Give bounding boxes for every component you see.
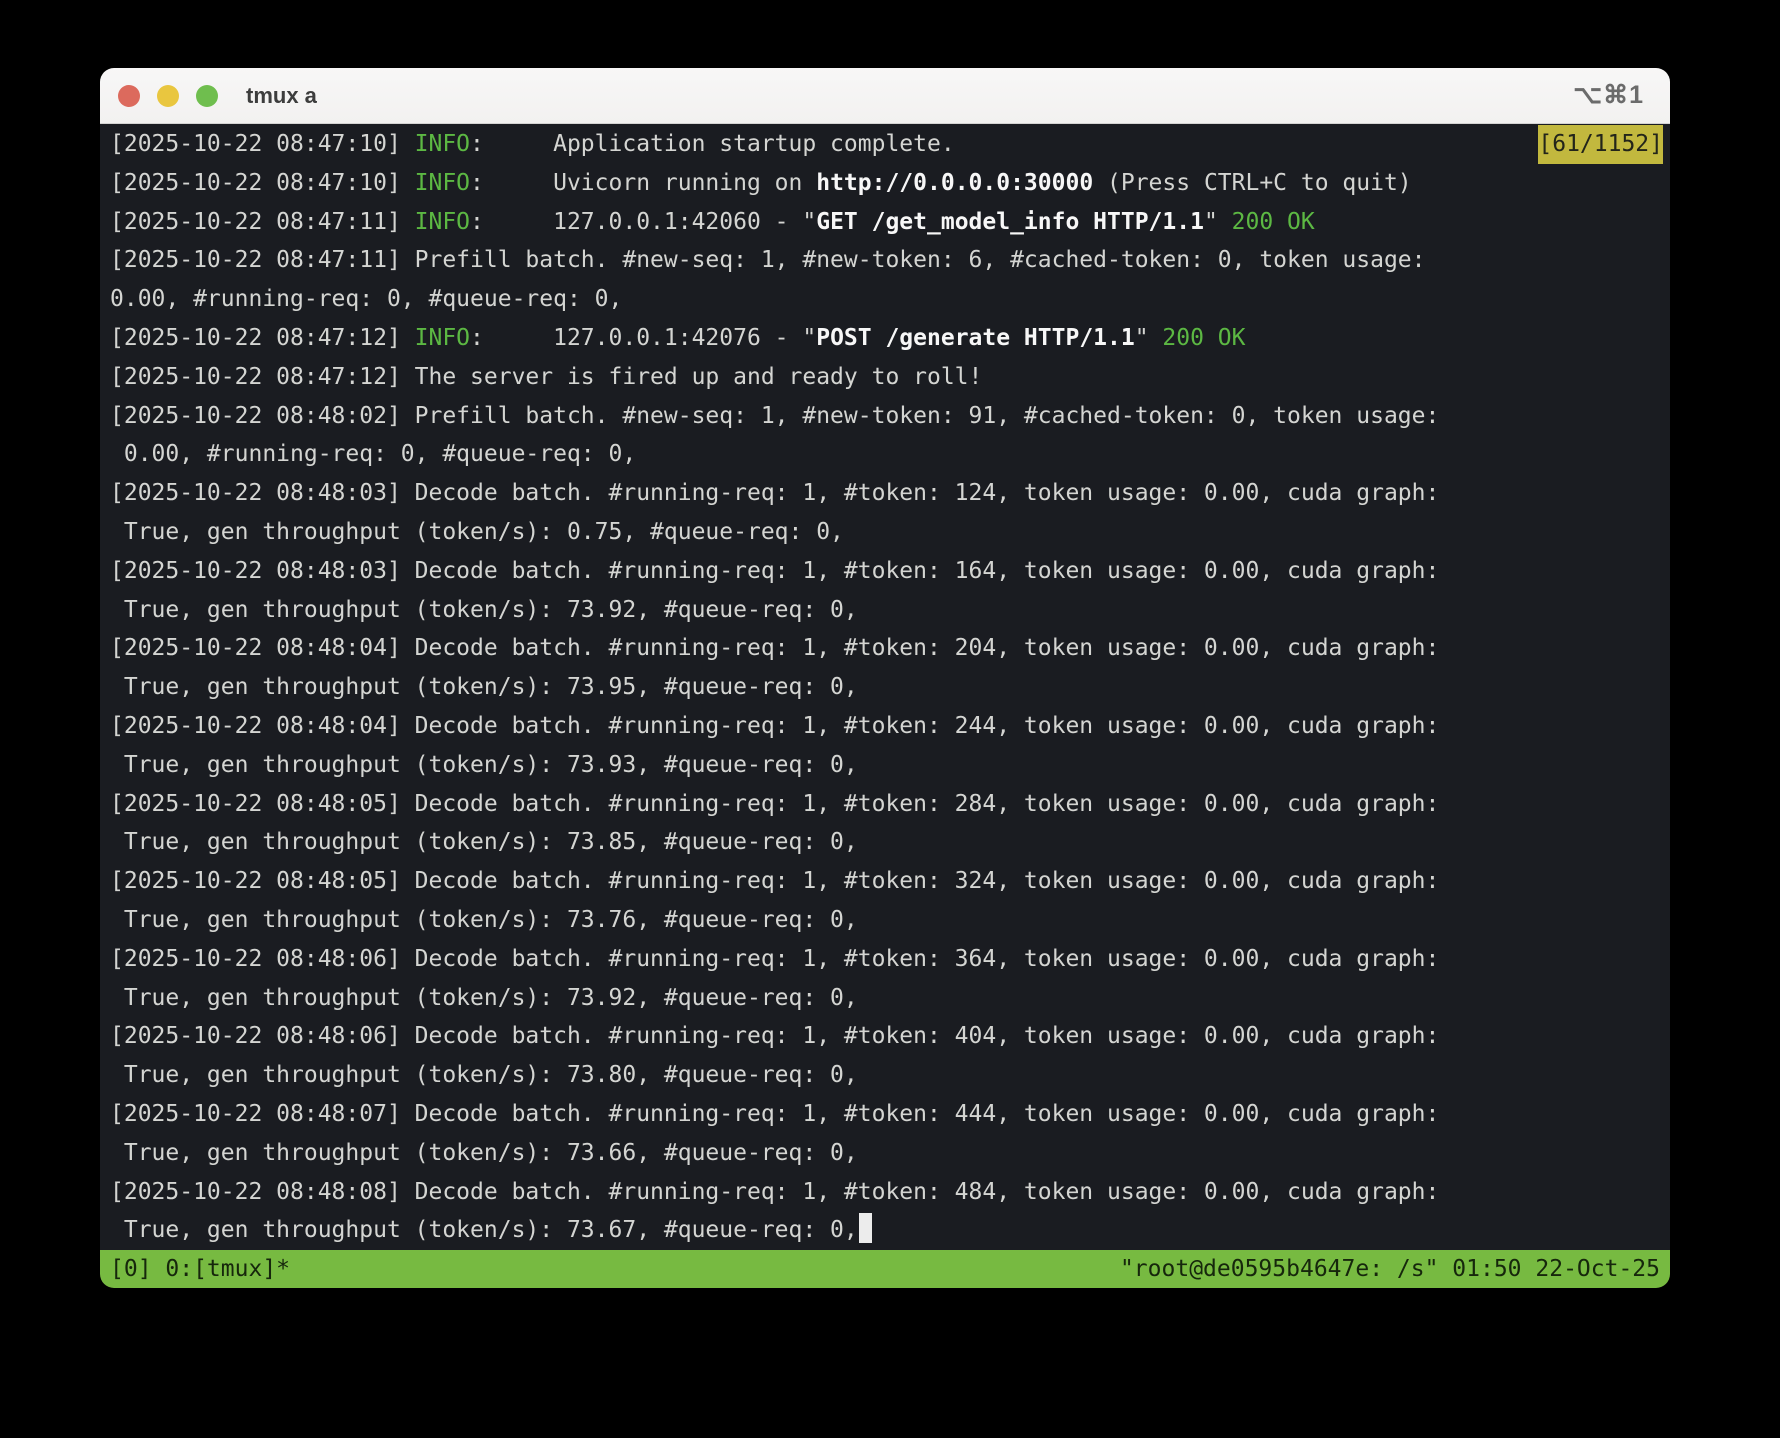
tmux-host-clock-label: "root@de0595b4647e: /s" 01:50 22-Oct-25 [1120, 1256, 1660, 1282]
log-line: [2025-10-22 08:48:08] Decode batch. #run… [110, 1173, 1663, 1212]
log-line: True, gen throughput (token/s): 73.80, #… [110, 1056, 1663, 1095]
log-line: [2025-10-22 08:47:10] INFO: Application … [110, 125, 1663, 164]
log-line-text: True, gen throughput (token/s): 73.85, #… [110, 829, 858, 855]
log-line: [2025-10-22 08:48:03] Decode batch. #run… [110, 474, 1663, 513]
log-line-text: True, gen throughput (token/s): 73.92, #… [110, 985, 858, 1011]
minimize-button[interactable] [157, 85, 179, 107]
log-line: True, gen throughput (token/s): 73.93, #… [110, 746, 1663, 785]
log-line: True, gen throughput (token/s): 0.75, #q… [110, 513, 1663, 552]
log-line: [2025-10-22 08:48:04] Decode batch. #run… [110, 707, 1663, 746]
log-line: [2025-10-22 08:47:11] Prefill batch. #ne… [110, 241, 1663, 280]
log-line-text: 0.00, #running-req: 0, #queue-req: 0, [110, 441, 636, 467]
log-line: [2025-10-22 08:48:07] Decode batch. #run… [110, 1095, 1663, 1134]
log-line-text: [2025-10-22 08:48:05] Decode batch. #run… [110, 868, 1439, 894]
log-line-text: [2025-10-22 08:48:03] Decode batch. #run… [110, 558, 1439, 584]
log-line: [2025-10-22 08:48:05] Decode batch. #run… [110, 862, 1663, 901]
log-line: [2025-10-22 08:48:02] Prefill batch. #ne… [110, 397, 1663, 436]
log-line: True, gen throughput (token/s): 73.85, #… [110, 823, 1663, 862]
log-line: True, gen throughput (token/s): 73.76, #… [110, 901, 1663, 940]
log-line: 0.00, #running-req: 0, #queue-req: 0, [110, 280, 1663, 319]
tmux-status-bar: [0] 0:[tmux]* "root@de0595b4647e: /s" 01… [100, 1250, 1670, 1288]
log-line: [2025-10-22 08:48:03] Decode batch. #run… [110, 552, 1663, 591]
log-line-text: True, gen throughput (token/s): 73.66, #… [110, 1140, 858, 1166]
log-line: [2025-10-22 08:48:06] Decode batch. #run… [110, 940, 1663, 979]
log-line: True, gen throughput (token/s): 73.66, #… [110, 1134, 1663, 1173]
terminal-window: tmux a ⌥⌘1 [2025-10-22 08:47:10] INFO: A… [100, 68, 1670, 1288]
log-line: True, gen throughput (token/s): 73.92, #… [110, 979, 1663, 1018]
keyboard-shortcut-indicator: ⌥⌘1 [1573, 80, 1644, 110]
log-line-text: True, gen throughput (token/s): 73.95, #… [110, 674, 858, 700]
log-line-text: True, gen throughput (token/s): 73.67, #… [110, 1217, 872, 1243]
log-line: [2025-10-22 08:48:06] Decode batch. #run… [110, 1017, 1663, 1056]
log-line: [2025-10-22 08:47:12] INFO: 127.0.0.1:42… [110, 319, 1663, 358]
log-line-text: True, gen throughput (token/s): 73.80, #… [110, 1062, 858, 1088]
log-line-text: [2025-10-22 08:48:05] Decode batch. #run… [110, 791, 1439, 817]
log-line-text: 0.00, #running-req: 0, #queue-req: 0, [110, 286, 622, 312]
log-line-text: [2025-10-22 08:48:06] Decode batch. #run… [110, 1023, 1439, 1049]
log-line: True, gen throughput (token/s): 73.95, #… [110, 668, 1663, 707]
close-button[interactable] [118, 85, 140, 107]
log-line-text: [2025-10-22 08:48:02] Prefill batch. #ne… [110, 403, 1439, 429]
log-line: [2025-10-22 08:47:12] The server is fire… [110, 358, 1663, 397]
log-line-text: True, gen throughput (token/s): 73.76, #… [110, 907, 858, 933]
log-line-text: [2025-10-22 08:47:10] INFO: Uvicorn runn… [110, 170, 1412, 196]
terminal-output[interactable]: [2025-10-22 08:47:10] INFO: Application … [100, 124, 1670, 1250]
log-line-text: True, gen throughput (token/s): 73.93, #… [110, 752, 858, 778]
log-line: 0.00, #running-req: 0, #queue-req: 0, [110, 435, 1663, 474]
zoom-button[interactable] [196, 85, 218, 107]
log-line-text: [2025-10-22 08:47:12] The server is fire… [110, 364, 982, 390]
log-line-text: [2025-10-22 08:47:10] INFO: Application … [110, 125, 955, 164]
log-line-text: True, gen throughput (token/s): 0.75, #q… [110, 519, 844, 545]
log-line-text: [2025-10-22 08:48:03] Decode batch. #run… [110, 480, 1439, 506]
log-line-text: [2025-10-22 08:47:12] INFO: 127.0.0.1:42… [110, 325, 1246, 351]
log-line-text: [2025-10-22 08:48:04] Decode batch. #run… [110, 635, 1439, 661]
log-line-text: [2025-10-22 08:47:11] INFO: 127.0.0.1:42… [110, 209, 1315, 235]
log-line-text: [2025-10-22 08:47:11] Prefill batch. #ne… [110, 247, 1425, 273]
log-line: [2025-10-22 08:48:04] Decode batch. #run… [110, 629, 1663, 668]
log-line-text: [2025-10-22 08:48:08] Decode batch. #run… [110, 1179, 1439, 1205]
log-line-text: True, gen throughput (token/s): 73.92, #… [110, 597, 858, 623]
log-line: True, gen throughput (token/s): 73.92, #… [110, 591, 1663, 630]
scroll-position-badge: [61/1152] [1538, 125, 1663, 164]
traffic-lights [118, 85, 218, 107]
window-titlebar[interactable]: tmux a ⌥⌘1 [100, 68, 1670, 124]
log-line: [2025-10-22 08:47:10] INFO: Uvicorn runn… [110, 164, 1663, 203]
log-line: [2025-10-22 08:48:05] Decode batch. #run… [110, 785, 1663, 824]
window-title: tmux a [246, 83, 317, 109]
terminal-cursor [859, 1213, 872, 1243]
log-line: True, gen throughput (token/s): 73.67, #… [110, 1211, 1663, 1250]
log-line: [2025-10-22 08:47:11] INFO: 127.0.0.1:42… [110, 203, 1663, 242]
log-line-text: [2025-10-22 08:48:06] Decode batch. #run… [110, 946, 1439, 972]
log-line-text: [2025-10-22 08:48:04] Decode batch. #run… [110, 713, 1439, 739]
tmux-session-window-label: [0] 0:[tmux]* [110, 1256, 290, 1282]
log-line-text: [2025-10-22 08:48:07] Decode batch. #run… [110, 1101, 1439, 1127]
